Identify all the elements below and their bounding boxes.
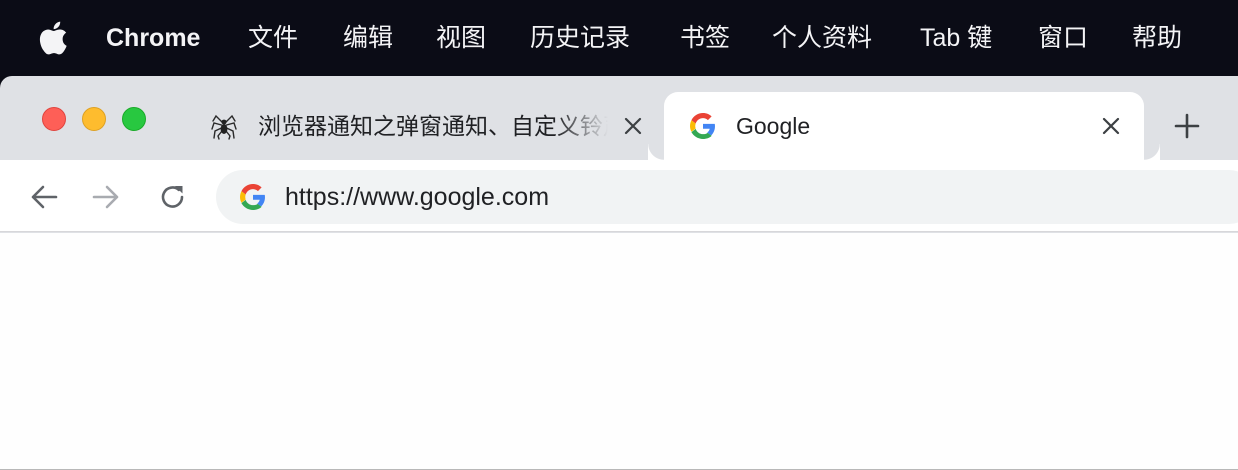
menu-app-chrome[interactable]: Chrome (106, 0, 200, 76)
minimize-window-button[interactable] (82, 107, 106, 131)
menu-bookmarks[interactable]: 书签 (680, 0, 730, 76)
close-window-button[interactable] (42, 107, 66, 131)
menu-edit[interactable]: 编辑 (343, 0, 393, 76)
menu-view[interactable]: 视图 (436, 0, 486, 76)
menu-history[interactable]: 历史记录 (530, 0, 630, 76)
google-g-icon[interactable] (240, 184, 266, 210)
menu-help[interactable]: 帮助 (1132, 0, 1182, 76)
tab-inactive[interactable]: 浏览器通知之弹窗通知、自定义铃声 (195, 92, 660, 160)
spider-icon (211, 114, 237, 140)
address-bar[interactable]: https://www.google.com (216, 170, 1238, 224)
page-content-area[interactable] (0, 233, 1238, 470)
menu-file[interactable]: 文件 (248, 0, 298, 76)
google-g-icon (690, 113, 715, 139)
url-text[interactable]: https://www.google.com (285, 170, 549, 224)
zoom-window-button[interactable] (122, 107, 146, 131)
menu-profiles[interactable]: 个人资料 (772, 0, 872, 76)
browser-toolbar: https://www.google.com (0, 160, 1238, 232)
tab-title: 浏览器通知之弹窗通知、自定义铃声 (258, 113, 608, 139)
browser-window: 浏览器通知之弹窗通知、自定义铃声 Google https://www.goog… (0, 76, 1238, 470)
menu-tab[interactable]: Tab 键 (920, 0, 992, 76)
close-tab-icon[interactable] (623, 116, 643, 136)
reload-icon[interactable] (158, 182, 188, 212)
back-arrow-icon[interactable] (29, 182, 59, 212)
menu-window[interactable]: 窗口 (1038, 0, 1088, 76)
forward-arrow-icon[interactable] (91, 182, 121, 212)
macos-menu-bar: Chrome 文件 编辑 视图 历史记录 书签 个人资料 Tab 键 窗口 帮助 (0, 0, 1238, 76)
apple-logo-icon[interactable] (38, 21, 68, 55)
new-tab-plus-icon[interactable] (1174, 113, 1200, 139)
close-tab-icon[interactable] (1101, 116, 1121, 136)
tab-title: Google (736, 113, 811, 139)
tab-active[interactable]: Google (664, 92, 1160, 160)
